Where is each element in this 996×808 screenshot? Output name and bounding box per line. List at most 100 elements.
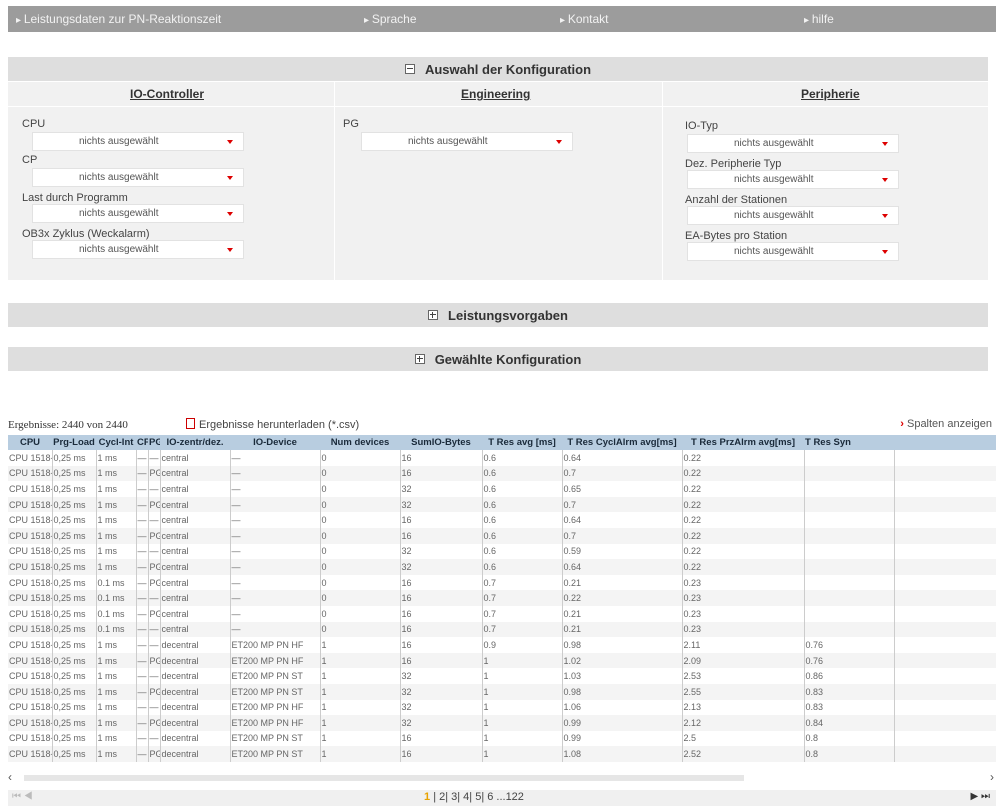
cell-t-res-syn: 0.84 [803, 715, 894, 731]
pg-select[interactable]: nichts ausgewählt [361, 132, 573, 151]
cell-prg-load: 0,25 ms [51, 637, 96, 653]
cell-cpu: CPU 1518-4 [8, 574, 52, 591]
table-row[interactable]: CPU 1518-40,25 ms1 ms—PGdecentralET200 M… [8, 746, 996, 762]
cell-io-central-decentral: decentral [159, 746, 230, 762]
cell-t-res-prz-alarm: 0.22 [681, 527, 804, 544]
table-row[interactable]: CPU 1518-40,25 ms1 ms——central—0160.60.6… [8, 512, 996, 528]
nav-link-help[interactable]: hilfe [804, 12, 834, 26]
cell-sum-io-bytes: 32 [399, 699, 482, 716]
column-header-t-res-syn[interactable]: T Res Syn [804, 435, 894, 450]
cell-io-device: — [229, 450, 320, 466]
dist-periphery-type-label: Dez. Peripherie Typ [685, 158, 782, 170]
next-last-page-icon[interactable]: ▶ ⏭ [971, 791, 990, 802]
chosen-config-section-header[interactable]: Gewählte Konfiguration [8, 347, 988, 371]
column-header-num-devices[interactable]: Num devices [320, 435, 400, 450]
column-header-prg-load[interactable]: Prg-Load [52, 435, 96, 450]
nav-link-contact[interactable]: Kontakt [560, 12, 609, 26]
cp-select[interactable]: nichts ausgewählt [32, 168, 244, 187]
show-columns-link[interactable]: Spalten anzeigen [900, 418, 992, 430]
config-section-header[interactable]: Auswahl der Konfiguration [8, 57, 988, 81]
scroll-track[interactable] [24, 775, 744, 781]
cell-t-res-avg: 1 [481, 652, 562, 669]
cell-sum-io-bytes: 16 [399, 574, 482, 591]
table-row[interactable]: CPU 1518-40,25 ms1 ms——decentralET200 MP… [8, 699, 996, 716]
table-row[interactable]: CPU 1518-40,25 ms1 ms—PGcentral—0160.60.… [8, 527, 996, 544]
cell-num-devices: 1 [319, 668, 400, 684]
horizontal-scrollbar[interactable]: ‹ › [8, 770, 996, 784]
cell-num-devices: 0 [319, 621, 400, 638]
ob3x-cycle-label: OB3x Zyklus (Weckalarm) [22, 228, 150, 240]
table-row[interactable]: CPU 1518-40,25 ms0.1 ms—PGcentral—0160.7… [8, 574, 996, 591]
cell-overflow [893, 621, 996, 638]
table-row[interactable]: CPU 1518-40,25 ms0.1 ms——central—0160.70… [8, 590, 996, 606]
cell-overflow [893, 465, 996, 482]
column-header-t-res-avg[interactable]: T Res avg [ms] [482, 435, 562, 450]
cell-cycl-int: 1 ms [95, 512, 136, 528]
column-header-cp[interactable]: CP [136, 435, 148, 450]
cell-cpu: CPU 1518-4 [8, 496, 52, 513]
page-links[interactable]: | 2| 3| 4| 5| 6 ...122 [433, 791, 524, 803]
nav-link-language[interactable]: Sprache [364, 12, 417, 26]
download-csv-link[interactable]: Ergebnisse herunterladen (*.csv) [186, 418, 359, 431]
table-row[interactable]: CPU 1518-40,25 ms1 ms——central—0160.60.6… [8, 450, 996, 466]
cell-cpu: CPU 1518-4 [8, 512, 52, 528]
cell-prg-load: 0,25 ms [51, 683, 96, 700]
table-row[interactable]: CPU 1518-40,25 ms1 ms—PGdecentralET200 M… [8, 683, 996, 700]
nav-link-performance-data[interactable]: Leistungsdaten zur PN-Reaktionszeit [16, 12, 221, 26]
table-row[interactable]: CPU 1518-40,25 ms0.1 ms——central—0160.70… [8, 621, 996, 638]
column-header-pg[interactable]: PG [148, 435, 160, 450]
table-row[interactable]: CPU 1518-40,25 ms1 ms—PGcentral—0320.60.… [8, 496, 996, 513]
cell-overflow [893, 559, 996, 575]
cell-prg-load: 0,25 ms [51, 621, 96, 638]
column-header-t-res-cycl-alarm[interactable]: T Res CyclAlrm avg[ms] [562, 435, 682, 450]
results-count: Ergebnisse: 2440 von 2440 [8, 419, 128, 431]
cell-t-res-prz-alarm: 0.22 [681, 512, 804, 528]
column-header-t-res-prz-alarm[interactable]: T Res PrzAlrm avg[ms] [682, 435, 804, 450]
io-bytes-select[interactable]: nichts ausgewählt [687, 242, 899, 261]
scroll-right-icon[interactable]: › [990, 770, 994, 784]
column-header-sum-io-bytes[interactable]: SumIO-Bytes [400, 435, 482, 450]
table-row[interactable]: CPU 1518-40,25 ms1 ms——decentralET200 MP… [8, 730, 996, 747]
ob3x-cycle-select[interactable]: nichts ausgewählt [32, 240, 244, 259]
cell-cpu: CPU 1518-4 [8, 621, 52, 638]
expand-icon[interactable] [414, 354, 425, 364]
table-row[interactable]: CPU 1518-40,25 ms1 ms—PGdecentralET200 M… [8, 652, 996, 669]
cell-num-devices: 0 [319, 543, 400, 560]
cell-t-res-syn [803, 605, 894, 622]
performance-section-header[interactable]: Leistungsvorgaben [8, 303, 988, 327]
collapse-icon[interactable] [404, 64, 415, 74]
pagination: ⏮ ◀ 1 | 2| 3| 4| 5| 6 ...122 ▶ ⏭ [8, 790, 996, 806]
cpu-select[interactable]: nichts ausgewählt [32, 132, 244, 151]
performance-section-title: Leistungsvorgaben [448, 307, 568, 323]
table-row[interactable]: CPU 1518-40,25 ms1 ms—PGdecentralET200 M… [8, 715, 996, 731]
cell-overflow [893, 512, 996, 528]
column-header-cpu[interactable]: CPU [8, 435, 52, 450]
column-header-io-device[interactable]: IO-Device [230, 435, 320, 450]
scroll-left-icon[interactable]: ‹ [8, 770, 12, 784]
table-row[interactable]: CPU 1518-40,25 ms1 ms——central—0320.60.6… [8, 481, 996, 497]
cell-cpu: CPU 1518-4 [8, 481, 52, 497]
ob3x-cycle-select-value: nichts ausgewählt [79, 244, 159, 255]
table-row[interactable]: CPU 1518-40,25 ms1 ms——decentralET200 MP… [8, 668, 996, 684]
config-section-title: Auswahl der Konfiguration [424, 61, 592, 77]
current-page[interactable]: 1 [424, 791, 430, 803]
first-page-icon[interactable]: ⏮ ◀ [12, 791, 33, 802]
table-row[interactable]: CPU 1518-40,25 ms1 ms——decentralET200 MP… [8, 637, 996, 653]
table-row[interactable]: CPU 1518-40,25 ms0.1 ms—PGcentral—0160.7… [8, 605, 996, 622]
cell-cp: — [135, 746, 148, 762]
table-row[interactable]: CPU 1518-40,25 ms1 ms——central—0320.60.5… [8, 543, 996, 560]
column-header-io-central-decentral[interactable]: IO-zentr/dez. [160, 435, 230, 450]
program-load-select[interactable]: nichts ausgewählt [32, 204, 244, 223]
dropdown-arrow-icon [882, 250, 888, 254]
cell-io-device: — [229, 512, 320, 528]
cell-cp: — [135, 699, 148, 716]
table-row[interactable]: CPU 1518-40,25 ms1 ms—PGcentral—0160.60.… [8, 465, 996, 482]
cell-sum-io-bytes: 16 [399, 652, 482, 669]
column-header-cycl-int[interactable]: Cycl-Int [96, 435, 136, 450]
io-type-select[interactable]: nichts ausgewählt [687, 134, 899, 153]
dist-periphery-type-select[interactable]: nichts ausgewählt [687, 170, 899, 189]
station-count-select[interactable]: nichts ausgewählt [687, 206, 899, 225]
table-row[interactable]: CPU 1518-40,25 ms1 ms—PGcentral—0320.60.… [8, 559, 996, 575]
cell-cycl-int: 1 ms [95, 481, 136, 497]
expand-icon[interactable] [428, 310, 439, 320]
